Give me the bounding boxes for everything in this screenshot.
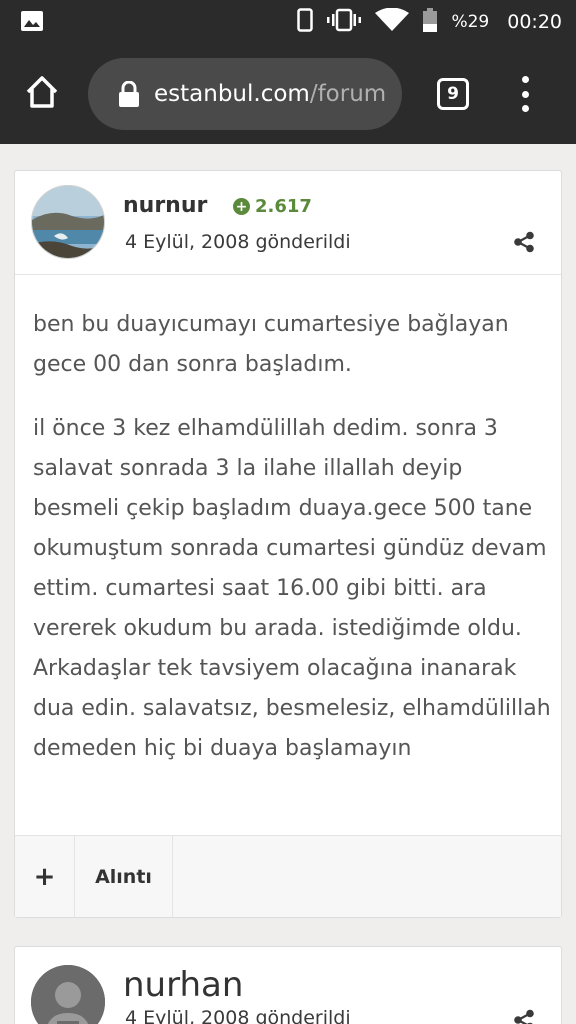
- quote-button[interactable]: Alıntı: [75, 836, 173, 917]
- reputation-badge: + 2.617: [233, 196, 312, 217]
- forum-post: nurhan 4 Eylül, 2008 gönderildi: [14, 946, 562, 1024]
- browser-toolbar: estanbul.com/forum 9: [0, 44, 576, 144]
- url-path: /forum: [309, 81, 387, 107]
- status-bar: %29 00:20: [0, 0, 576, 44]
- tab-switcher-button[interactable]: 9: [437, 78, 469, 110]
- share-icon[interactable]: [513, 231, 535, 253]
- lock-icon: [118, 80, 140, 107]
- post-header: nurnur + 2.617 4 Eylül, 2008 gönderildi: [15, 171, 561, 275]
- share-icon[interactable]: [513, 1009, 535, 1024]
- gallery-icon: [20, 10, 44, 36]
- url-text: estanbul.com/forum: [154, 81, 386, 107]
- avatar[interactable]: [31, 185, 105, 259]
- wifi-icon: [375, 7, 410, 36]
- post-paragraph: ben bu duayıcumayı cumartesiye bağlayan …: [33, 312, 509, 377]
- home-icon[interactable]: [24, 74, 64, 114]
- post-username[interactable]: nurhan: [123, 965, 243, 1005]
- post-actions: + Alıntı: [15, 835, 561, 917]
- post-content: ben bu duayıcumayı cumartesiye bağlayan …: [33, 305, 553, 793]
- post-paragraph: il önce 3 kez elhamdülillah dedim. sonra…: [33, 416, 551, 761]
- forum-post: nurnur + 2.617 4 Eylül, 2008 gönderildi …: [14, 170, 562, 918]
- plus-circle-icon: +: [233, 198, 250, 215]
- avatar[interactable]: [31, 965, 105, 1024]
- post-username[interactable]: nurnur: [123, 193, 207, 218]
- clock: 00:20: [507, 11, 562, 33]
- battery-percent: %29: [451, 12, 490, 32]
- post-date: 4 Eylül, 2008 gönderildi: [125, 231, 351, 253]
- phone-icon: [297, 8, 314, 36]
- reputation-value: 2.617: [255, 196, 312, 217]
- address-bar[interactable]: estanbul.com/forum: [88, 58, 402, 130]
- reaction-button[interactable]: +: [15, 836, 75, 917]
- battery-icon: [423, 8, 438, 36]
- tab-count: 9: [447, 84, 459, 104]
- post-date: 4 Eylül, 2008 gönderildi: [125, 1007, 351, 1024]
- vibrate-icon: [327, 8, 362, 36]
- url-host: estanbul.com: [154, 81, 310, 107]
- overflow-menu-icon[interactable]: [516, 76, 534, 112]
